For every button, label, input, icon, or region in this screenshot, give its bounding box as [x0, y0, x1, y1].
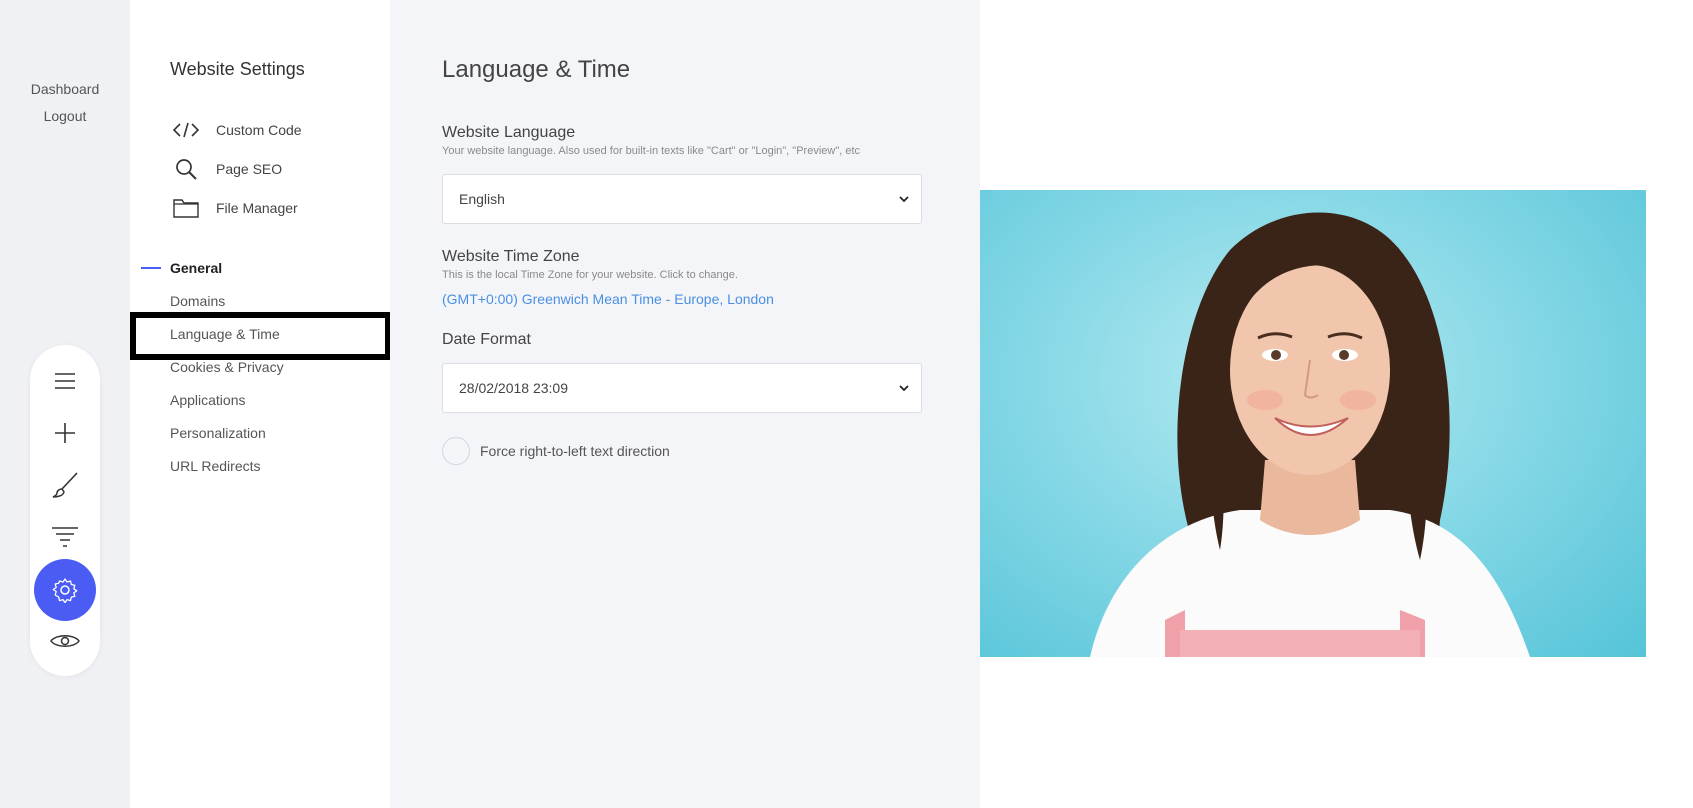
- filter-icon: [52, 527, 78, 547]
- rtl-label: Force right-to-left text direction: [480, 443, 670, 459]
- left-rail: Dashboard Logout: [0, 0, 130, 808]
- general-group: General: [141, 260, 222, 276]
- chevron-down-icon: [899, 196, 909, 203]
- design-button[interactable]: [30, 461, 100, 509]
- language-help: Your website language. Also used for bui…: [442, 145, 861, 157]
- nav-item-url-redirects[interactable]: URL Redirects: [170, 458, 261, 474]
- menu-icon: [55, 373, 75, 389]
- preview-button[interactable]: [30, 617, 100, 665]
- group-indicator: [141, 267, 161, 269]
- language-label: Website Language: [442, 124, 576, 141]
- chevron-down-icon: [899, 385, 909, 392]
- portrait-illustration: [1090, 212, 1530, 657]
- folder-icon: [173, 199, 199, 218]
- nav-item-applications[interactable]: Applications: [170, 392, 246, 408]
- custom-code-label: Custom Code: [216, 122, 302, 138]
- file-manager-item[interactable]: File Manager: [170, 196, 298, 220]
- menu-button[interactable]: [30, 357, 100, 405]
- timezone-link[interactable]: (GMT+0:00) Greenwich Mean Time - Europe,…: [442, 291, 774, 307]
- settings-panel: Language & Time Website Language Your we…: [390, 0, 980, 808]
- brush-icon: [52, 472, 78, 498]
- dashboard-link[interactable]: Dashboard: [0, 81, 130, 97]
- selected-item-highlight: [130, 312, 391, 360]
- filter-button[interactable]: [30, 513, 100, 561]
- timezone-help: This is the local Time Zone for your web…: [442, 269, 738, 281]
- date-format-label: Date Format: [442, 331, 531, 348]
- file-manager-label: File Manager: [216, 200, 298, 216]
- nav-item-personalization[interactable]: Personalization: [170, 425, 266, 441]
- custom-code-item[interactable]: Custom Code: [170, 118, 302, 142]
- date-format-select[interactable]: 28/02/2018 23:09: [442, 363, 922, 413]
- settings-button[interactable]: [34, 559, 96, 621]
- settings-nav: Website Settings Custom Code Page SEO Fi…: [130, 0, 390, 808]
- logout-link[interactable]: Logout: [0, 108, 130, 124]
- plus-icon: [55, 423, 75, 443]
- hero-photo: [980, 190, 1646, 657]
- rtl-toggle[interactable]: [442, 437, 470, 465]
- general-label: General: [170, 260, 223, 276]
- page-seo-label: Page SEO: [216, 161, 283, 177]
- settings-title: Website Settings: [170, 59, 305, 79]
- eye-icon: [50, 635, 80, 647]
- language-select[interactable]: English: [442, 174, 922, 224]
- nav-item-cookies-privacy[interactable]: Cookies & Privacy: [170, 359, 284, 375]
- search-icon: [176, 159, 197, 180]
- gear-icon: [52, 578, 78, 603]
- language-value: English: [459, 191, 505, 207]
- editor-toolbar: [30, 345, 100, 676]
- nav-item-domains[interactable]: Domains: [170, 293, 225, 309]
- page-seo-item[interactable]: Page SEO: [170, 157, 282, 181]
- code-icon: [172, 122, 200, 138]
- page-title: Language & Time: [442, 56, 631, 83]
- timezone-label: Website Time Zone: [442, 248, 580, 265]
- add-element-button[interactable]: [30, 409, 100, 457]
- date-format-value: 28/02/2018 23:09: [459, 380, 568, 396]
